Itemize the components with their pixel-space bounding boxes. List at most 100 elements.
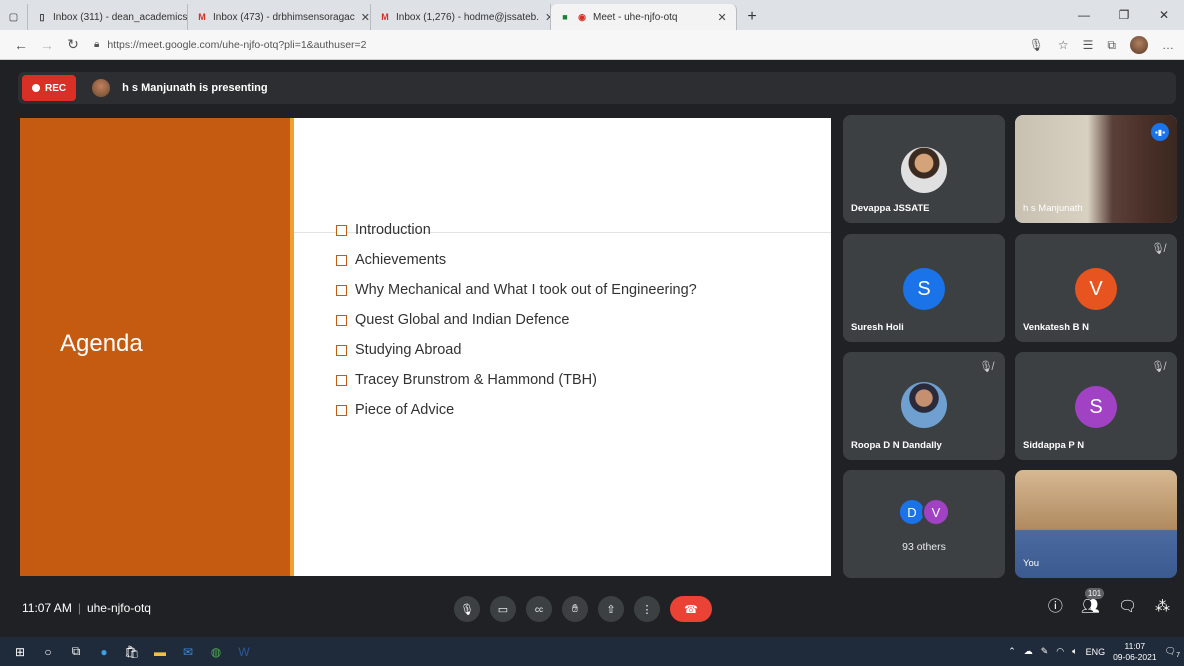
participant-tile-suresh[interactable]: S Suresh Holi <box>843 234 1005 342</box>
slide-accent-strip <box>290 118 294 576</box>
notifications-icon[interactable]: 🗨︎ 7 <box>1165 646 1180 659</box>
meet-top-bar: REC h s Manjunath is presenting <box>18 72 1176 104</box>
avatar-initial: S <box>917 277 931 300</box>
minimize-button[interactable]: — <box>1064 0 1104 30</box>
taskbar-clock[interactable]: 11:07 09-06-2021 <box>1113 641 1156 663</box>
participant-name: Suresh Holi <box>851 322 904 333</box>
participant-tile-others[interactable]: D V 93 others <box>843 470 1005 578</box>
meet-icon: ■ <box>562 12 568 22</box>
store-icon[interactable]: 🛍︎ <box>118 637 146 666</box>
phone-hangup-icon: ☎︎ <box>684 603 698 616</box>
task-view-icon[interactable]: ⧉ <box>62 637 90 666</box>
raise-hand-button[interactable]: ✋︎ <box>562 596 588 622</box>
agenda-item: Tracey Brunstrom & Hammond (TBH) <box>336 365 697 395</box>
word-icon[interactable]: W <box>230 637 258 666</box>
meeting-info-button[interactable]: ⓘ <box>1048 595 1063 616</box>
participant-tile-roopa[interactable]: 🎙︎̸ Roopa D N Dandally <box>843 352 1005 460</box>
participant-name: h s Manjunath <box>1023 203 1083 214</box>
more-options-button[interactable]: ⋮ <box>634 596 660 622</box>
language-indicator[interactable]: ENG <box>1086 647 1106 657</box>
maximize-button[interactable]: ❐ <box>1104 0 1144 30</box>
presenter-avatar <box>92 79 111 97</box>
avatar-initial: V <box>1089 277 1103 300</box>
mic-off-icon: 🎙︎̸ <box>979 361 993 373</box>
agenda-item-text: Why Mechanical and What I took out of En… <box>355 282 697 298</box>
url-field[interactable]: 🔒︎ https://meet.google.com/uhe-njfo-otq?… <box>94 39 367 51</box>
close-icon[interactable]: ✕ <box>718 11 727 24</box>
participant-avatar: S <box>903 268 945 310</box>
cloud-icon[interactable]: ☁︎ <box>1024 646 1033 657</box>
new-tab-button[interactable]: + <box>737 4 767 30</box>
file-explorer-icon[interactable]: ▬ <box>146 637 174 666</box>
windows-start-icon[interactable]: ⊞ <box>6 637 34 666</box>
forward-arrow-icon[interactable]: → <box>34 37 60 53</box>
agenda-item: Quest Global and Indian Defence <box>336 305 697 335</box>
close-window-button[interactable]: ✕ <box>1144 0 1184 30</box>
tab-title: Meet - uhe-njfo-otq <box>593 11 678 23</box>
pen-icon[interactable]: ✎ <box>1041 646 1049 657</box>
tab-title: Inbox (1,276) - hodme@jssateb. <box>396 11 540 23</box>
meet-control-bar: 11:07 AM | uhe-njfo-otq 🎙︎ ▭ cc ✋︎ ⇧ ⋮ ☎︎ … <box>0 584 1184 634</box>
speaking-indicator-icon: ▪▮▪ <box>1151 123 1169 141</box>
tab-actions-button[interactable]: ▢ <box>0 4 28 30</box>
captions-icon: cc <box>535 604 543 614</box>
present-button[interactable]: ⇧ <box>598 596 624 622</box>
hand-icon: ✋︎ <box>571 602 579 615</box>
people-button[interactable]: 101 👥︎ <box>1080 587 1105 615</box>
browser-tab-bar: ▢ ▯ Inbox (311) - dean_academics@ ✕ M In… <box>0 0 1184 30</box>
others-count-label: 93 others <box>902 541 946 553</box>
participant-tile-manjunath[interactable]: ▪▮▪ h s Manjunath <box>1015 115 1177 223</box>
edge-browser-icon[interactable]: ● <box>90 637 118 666</box>
participant-name: Roopa D N Dandally <box>851 440 942 451</box>
gmail-icon: M <box>198 12 206 22</box>
meeting-details[interactable]: 11:07 AM | uhe-njfo-otq <box>22 601 151 615</box>
tab-inbox-drbhimsen[interactable]: M Inbox (473) - drbhimsensoragac ✕ <box>188 4 371 30</box>
avatar-initial: S <box>1089 395 1103 418</box>
participant-photo <box>901 382 947 428</box>
leave-call-button[interactable]: ☎︎ <box>670 596 712 622</box>
tab-inbox-hodme[interactable]: M Inbox (1,276) - hodme@jssateb. ✕ <box>371 4 551 30</box>
agenda-item-text: Piece of Advice <box>355 402 455 418</box>
tab-inbox-dean[interactable]: ▯ Inbox (311) - dean_academics@ ✕ <box>28 4 188 30</box>
mic-off-icon: 🎙︎̸ <box>1151 361 1165 373</box>
tab-meet[interactable]: ■ ◉ Meet - uhe-njfo-otq ✕ <box>551 4 737 30</box>
favorite-icon[interactable]: ☆ <box>1058 38 1069 52</box>
agenda-item-text: Quest Global and Indian Defence <box>355 312 570 328</box>
back-arrow-icon[interactable]: ← <box>8 37 34 53</box>
reload-icon[interactable]: ↻ <box>60 36 86 53</box>
more-menu-icon[interactable]: … <box>1162 38 1174 52</box>
chrome-icon[interactable]: ◍ <box>202 637 230 666</box>
agenda-item: Achievements <box>336 245 697 275</box>
microphone-button[interactable]: 🎙︎ <box>454 596 480 622</box>
captions-button[interactable]: cc <box>526 596 552 622</box>
participant-tile-siddappa[interactable]: 🎙︎̸ S Siddappa P N <box>1015 352 1177 460</box>
collections-icon[interactable]: ⧉ <box>1107 38 1116 53</box>
chat-button[interactable]: 🗨︎ <box>1118 597 1137 615</box>
wifi-icon[interactable]: ◠ <box>1056 646 1064 657</box>
notification-count: 7 <box>1176 652 1180 659</box>
tab-actions-icon: ▢ <box>8 11 19 23</box>
recording-badge[interactable]: REC <box>22 75 77 101</box>
participant-tile-venkatesh[interactable]: 🎙︎̸ V Venkatesh B N <box>1015 234 1177 342</box>
activities-button[interactable]: ⁂ <box>1155 597 1170 615</box>
agenda-item-text: Introduction <box>355 222 431 238</box>
participant-tile-devappa[interactable]: Devappa JSSATE <box>843 115 1005 223</box>
chevron-up-icon[interactable]: ⌃ <box>1008 646 1016 657</box>
favorites-bar-icon[interactable]: ☰ <box>1083 38 1094 52</box>
people-icon: 👥︎ <box>1080 597 1100 615</box>
camera-button[interactable]: ▭ <box>490 596 516 622</box>
url-text: https://meet.google.com/uhe-njfo-otq?pli… <box>107 38 367 51</box>
checkbox-bullet-icon <box>336 284 347 296</box>
microphone-icon[interactable]: 🎙︎ <box>1029 38 1044 52</box>
agenda-item-text: Tracey Brunstrom & Hammond (TBH) <box>355 372 597 388</box>
volume-icon[interactable]: 🔈︎ <box>1072 646 1077 657</box>
mail-icon[interactable]: ✉︎ <box>174 637 202 666</box>
participant-tile-you[interactable]: You <box>1015 470 1177 578</box>
gmail-icon: M <box>381 12 389 22</box>
search-icon[interactable]: ○ <box>34 637 62 666</box>
agenda-item-text: Studying Abroad <box>355 342 462 358</box>
others-avatars: D V <box>898 498 950 526</box>
profile-avatar[interactable] <box>1130 36 1148 54</box>
close-icon[interactable]: ✕ <box>361 11 370 24</box>
self-video <box>1015 470 1177 578</box>
